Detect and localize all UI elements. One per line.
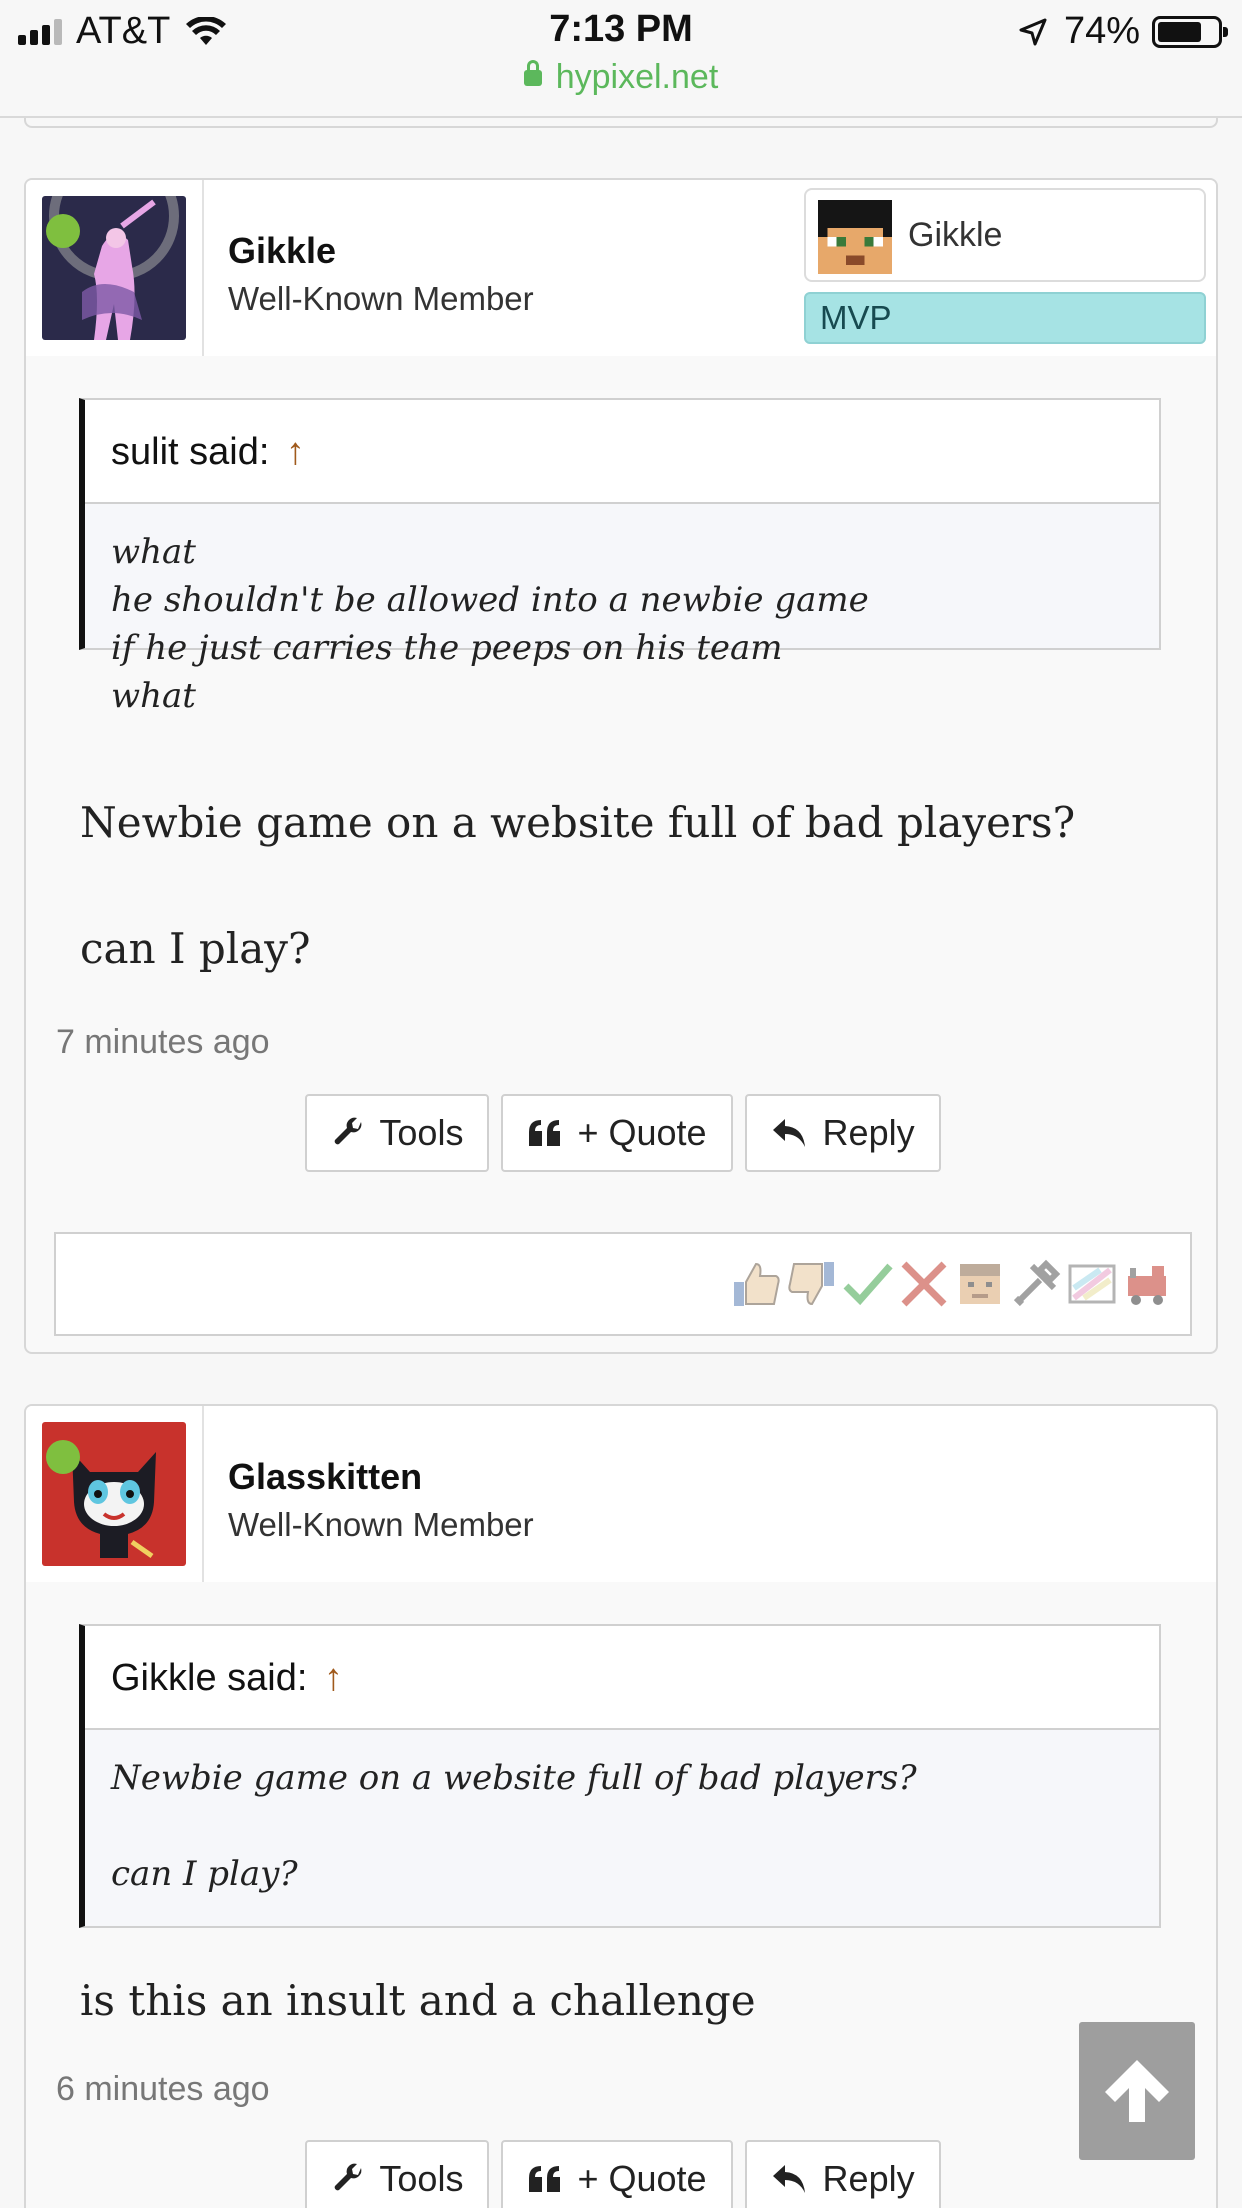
tools-button[interactable]: Tools bbox=[305, 2140, 490, 2208]
tools-label: Tools bbox=[379, 2158, 464, 2199]
quote-author: Gikkle said: bbox=[111, 1657, 308, 1699]
quote-block: Gikkle said: ↑ Newbie game on a website … bbox=[79, 1624, 1161, 1928]
wrench-icon bbox=[335, 1117, 362, 1145]
tools-button[interactable]: Tools bbox=[305, 1094, 490, 1172]
quote-line: what bbox=[111, 676, 196, 716]
rank-badge: MVP bbox=[804, 292, 1206, 344]
url-bar[interactable]: hypixel.net bbox=[0, 58, 1242, 97]
quote-jump-link[interactable]: ↑ bbox=[286, 431, 305, 473]
quote-line bbox=[111, 1802, 1133, 1850]
message-line: Newbie game on a website full of bad pla… bbox=[80, 798, 1076, 847]
wrench-icon bbox=[335, 2163, 362, 2191]
agree-icon[interactable] bbox=[842, 1258, 894, 1310]
quote-jump-link[interactable]: ↑ bbox=[324, 1657, 343, 1699]
quote-icon bbox=[529, 2166, 561, 2192]
post-header: Gikkle Well-Known Member Gikkle MVP bbox=[26, 180, 1216, 356]
creative-icon[interactable] bbox=[1066, 1258, 1118, 1310]
like-icon[interactable] bbox=[730, 1258, 782, 1310]
reply-label: Reply bbox=[822, 1112, 915, 1153]
ratings-bar bbox=[54, 1232, 1192, 1336]
post-glasskitten: Glasskitten Well-Known Member Gikkle sai… bbox=[24, 1404, 1218, 2208]
train-icon[interactable] bbox=[1122, 1258, 1174, 1310]
quote-button[interactable]: + Quote bbox=[501, 1094, 733, 1172]
reply-label: Reply bbox=[822, 2158, 915, 2199]
post-actions: Tools + Quote Reply bbox=[26, 2140, 1216, 2208]
message-line: can I play? bbox=[80, 924, 311, 973]
rating-icons bbox=[726, 1258, 1174, 1310]
funny-icon[interactable] bbox=[954, 1258, 1006, 1310]
avatar-column bbox=[26, 1406, 204, 1582]
post-header: Glasskitten Well-Known Member bbox=[26, 1406, 1216, 1582]
user-title: Well-Known Member bbox=[228, 280, 534, 317]
quote-body: Newbie game on a website full of bad pla… bbox=[85, 1730, 1159, 1922]
reply-icon bbox=[772, 2165, 805, 2193]
quote-header: sulit said: ↑ bbox=[85, 400, 1159, 504]
reply-button[interactable]: Reply bbox=[744, 2140, 941, 2208]
quote-body: what he shouldn't be allowed into a newb… bbox=[85, 504, 1159, 744]
quote-header: Gikkle said: ↑ bbox=[85, 1626, 1159, 1730]
message-line: is this an insult and a challenge bbox=[80, 1976, 756, 2025]
post-timestamp[interactable]: 7 minutes ago bbox=[56, 1023, 270, 1062]
avatar-column bbox=[26, 180, 204, 356]
minecraft-name: Gikkle bbox=[908, 216, 1003, 254]
battery-icon bbox=[1152, 15, 1228, 48]
quote-label: + Quote bbox=[577, 2158, 707, 2199]
arrow-up-icon bbox=[1105, 2060, 1169, 2122]
post-actions: Tools + Quote Reply bbox=[26, 1094, 1216, 1172]
quote-line: he shouldn't be allowed into a newbie ga… bbox=[111, 580, 869, 620]
username[interactable]: Gikkle bbox=[228, 230, 336, 272]
quote-line: Newbie game on a website full of bad pla… bbox=[111, 1758, 917, 1798]
scroll-to-top-button[interactable] bbox=[1079, 2022, 1195, 2160]
battery-percent: 74% bbox=[1063, 10, 1140, 52]
tools-label: Tools bbox=[379, 1112, 464, 1153]
minecraft-profile[interactable]: Gikkle bbox=[804, 188, 1206, 282]
username[interactable]: Glasskitten bbox=[228, 1456, 422, 1498]
quote-label: + Quote bbox=[577, 1112, 707, 1153]
quote-line: if he just carries the peeps on his team bbox=[111, 628, 783, 668]
dislike-icon[interactable] bbox=[786, 1258, 838, 1310]
minecraft-head-icon bbox=[818, 200, 892, 274]
previous-post-edge bbox=[24, 118, 1218, 128]
quote-button[interactable]: + Quote bbox=[501, 2140, 733, 2208]
quote-author: sulit said: bbox=[111, 431, 270, 473]
online-indicator bbox=[46, 1440, 80, 1474]
right-status: 74% bbox=[1018, 10, 1228, 53]
status-bar: AT&T 7:13 PM 74% hypixel.net bbox=[0, 0, 1242, 118]
post-gikkle: Gikkle Well-Known Member Gikkle MVP suli… bbox=[24, 178, 1218, 1354]
user-title: Well-Known Member bbox=[228, 1506, 534, 1543]
lock-icon bbox=[523, 60, 542, 86]
post-timestamp[interactable]: 6 minutes ago bbox=[56, 2070, 270, 2109]
quote-line: what bbox=[111, 532, 196, 572]
reply-icon bbox=[772, 1119, 805, 1147]
disagree-icon[interactable] bbox=[898, 1258, 950, 1310]
quote-icon bbox=[529, 1120, 561, 1146]
quote-block: sulit said: ↑ what he shouldn't be allow… bbox=[79, 398, 1161, 716]
url-text[interactable]: hypixel.net bbox=[556, 58, 719, 96]
quote-line: can I play? bbox=[111, 1854, 298, 1894]
online-indicator bbox=[46, 214, 80, 248]
reply-button[interactable]: Reply bbox=[744, 1094, 941, 1172]
useful-icon[interactable] bbox=[1010, 1258, 1062, 1310]
location-icon bbox=[1019, 18, 1047, 45]
